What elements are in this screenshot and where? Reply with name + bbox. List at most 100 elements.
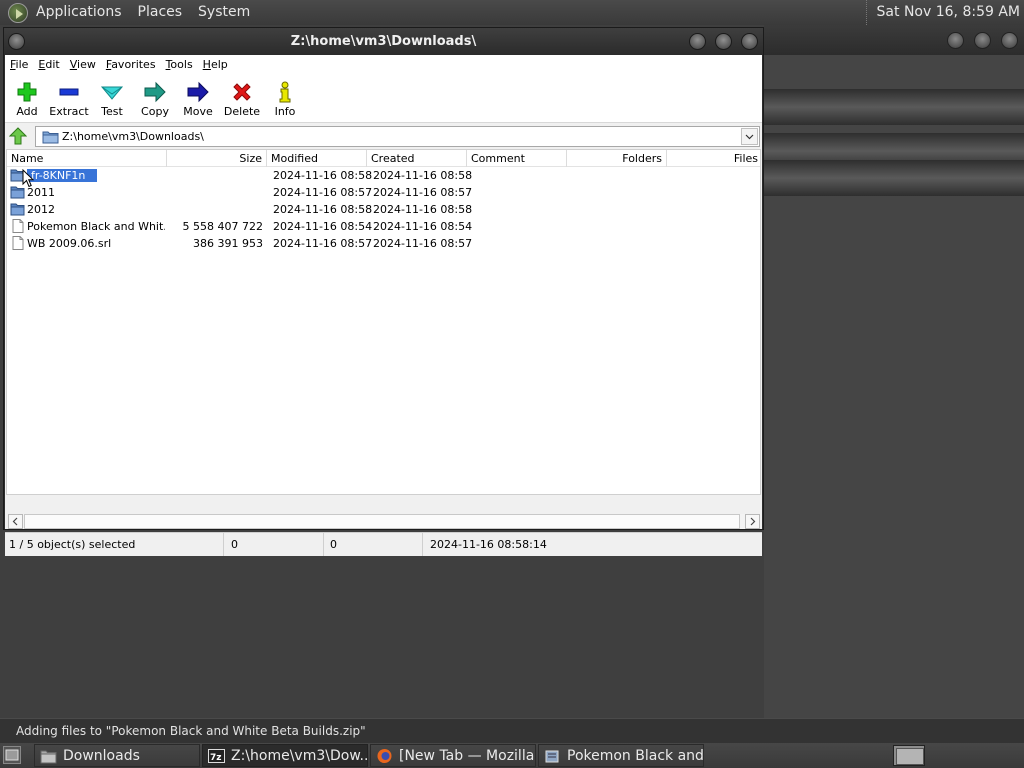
window-menu-button[interactable]	[8, 33, 25, 50]
background-minimize-button[interactable]	[947, 32, 964, 49]
address-combobox[interactable]: Z:\home\vm3\Downloads\	[35, 126, 760, 147]
column-name-header[interactable]: Name	[7, 150, 167, 167]
file-manager-window: Z:\home\vm3\Downloads\ File Edit View Fa…	[3, 27, 764, 556]
background-window	[764, 25, 1024, 718]
window-title: Z:\home\vm3\Downloads\	[290, 34, 477, 49]
folder-icon	[10, 203, 25, 216]
add-button[interactable]: Add	[5, 79, 49, 121]
taskbar-item-downloads[interactable]: Downloads	[34, 744, 200, 767]
notification-strip: Adding files to "Pokemon Black and White…	[0, 718, 1024, 743]
delete-label: Delete	[223, 105, 261, 118]
menu-bar: File Edit View Favorites Tools Help	[5, 55, 762, 75]
minimize-button[interactable]	[689, 33, 706, 50]
menu-tools[interactable]: Tools	[161, 55, 198, 75]
list-row-modified: 2024-11-16 08:58	[273, 169, 373, 182]
column-modified-header[interactable]: Modified	[267, 150, 367, 167]
list-row-modified: 2024-11-16 08:57	[273, 186, 373, 199]
list-row-modified: 2024-11-16 08:54	[273, 220, 373, 233]
chevron-left-icon	[12, 517, 18, 526]
file-list[interactable]: Name Size Modified Created Comment Folde…	[6, 149, 761, 495]
list-row[interactable]: 2011 2024-11-16 08:57 2024-11-16 08:57	[7, 184, 760, 201]
background-close-button[interactable]	[1001, 32, 1018, 49]
taskbar-item-archive-window[interactable]: Pokemon Black and ...	[538, 744, 704, 767]
svg-text:7z: 7z	[210, 753, 222, 763]
background-maximize-button[interactable]	[974, 32, 991, 49]
menu-view[interactable]: View	[65, 55, 101, 75]
taskbar-item-label: [New Tab — Mozilla...	[399, 748, 536, 764]
check-icon	[100, 86, 124, 100]
maximize-button[interactable]	[715, 33, 732, 50]
list-row-size: 5 558 407 722	[182, 220, 263, 233]
list-row-created: 2024-11-16 08:54	[373, 220, 473, 233]
test-button[interactable]: Test	[90, 79, 134, 121]
info-icon	[279, 81, 291, 103]
bottom-taskbar: Downloads 7z Z:\home\vm3\Dow... [New Tab…	[0, 743, 1024, 768]
menu-file[interactable]: File	[5, 55, 33, 75]
move-arrow-icon	[187, 81, 209, 103]
selected-name-text: fr-8KNF1n	[27, 169, 98, 182]
list-row-size	[167, 184, 263, 201]
mouse-cursor-icon	[22, 169, 35, 188]
test-label: Test	[101, 105, 123, 118]
scroll-thumb[interactable]	[24, 514, 740, 529]
column-comment-header[interactable]: Comment	[467, 150, 567, 167]
list-row-created: 2024-11-16 08:57	[373, 237, 473, 250]
main-menu-logo-icon[interactable]	[8, 2, 28, 23]
list-row-size	[167, 167, 263, 184]
up-arrow-icon	[8, 127, 28, 145]
status-datetime: 2024-11-16 08:58:14	[430, 538, 547, 551]
menu-favorites[interactable]: Favorites	[101, 55, 161, 75]
menu-system[interactable]: System	[190, 0, 258, 25]
list-row[interactable]: WB 2009.06.srl 386 391 953 2024-11-16 08…	[7, 235, 760, 252]
up-folder-button[interactable]	[8, 127, 28, 145]
show-desktop-button[interactable]	[3, 746, 21, 764]
copy-button[interactable]: Copy	[133, 79, 177, 121]
move-button[interactable]: Move	[176, 79, 220, 121]
menu-places[interactable]: Places	[130, 0, 191, 25]
list-row[interactable]: 2012 2024-11-16 08:58 2024-11-16 08:58	[7, 201, 760, 218]
window-titlebar[interactable]: Z:\home\vm3\Downloads\	[4, 28, 763, 55]
list-header: Name Size Modified Created Comment Folde…	[7, 150, 760, 167]
menu-applications[interactable]: Applications	[28, 0, 130, 25]
close-button[interactable]	[741, 33, 758, 50]
list-row-name: WB 2009.06.srl	[27, 237, 112, 250]
column-size-header[interactable]: Size	[167, 150, 267, 167]
taskbar-item-label: Z:\home\vm3\Dow...	[231, 748, 368, 764]
column-folders-header[interactable]: Folders	[567, 150, 667, 167]
scroll-right-button[interactable]	[745, 514, 760, 529]
window-client-area: File Edit View Favorites Tools Help Add …	[5, 55, 762, 556]
column-files-header[interactable]: Files	[667, 150, 760, 167]
status-size: 0	[227, 533, 324, 556]
horizontal-scrollbar[interactable]	[8, 514, 760, 529]
list-row[interactable]: Pokemon Black and Whit... 5 558 407 722 …	[7, 218, 760, 235]
extract-button[interactable]: Extract	[47, 79, 91, 121]
move-label: Move	[183, 105, 213, 118]
list-row-created: 2024-11-16 08:58	[373, 169, 473, 182]
top-panel: Applications Places System Sat Nov 16, 8…	[0, 0, 1024, 25]
column-created-header[interactable]: Created	[367, 150, 467, 167]
taskbar-item-firefox[interactable]: [New Tab — Mozilla...	[370, 744, 536, 767]
x-icon	[233, 83, 251, 101]
list-row-modified: 2024-11-16 08:57	[273, 237, 373, 250]
list-row-modified: 2024-11-16 08:58	[273, 203, 373, 216]
background-window-band	[764, 160, 1024, 196]
workspace-switcher[interactable]	[893, 745, 925, 766]
list-row-name: 2012	[27, 203, 55, 216]
minus-icon	[59, 88, 79, 96]
notification-text: Adding files to "Pokemon Black and White…	[16, 724, 366, 738]
menu-help[interactable]: Help	[198, 55, 233, 75]
delete-button[interactable]: Delete	[220, 79, 264, 121]
address-dropdown-button[interactable]	[741, 128, 758, 145]
panel-clock[interactable]: Sat Nov 16, 8:59 AM	[865, 0, 1020, 25]
info-button[interactable]: Info	[263, 79, 307, 121]
scroll-left-button[interactable]	[8, 514, 23, 529]
list-row-name: Pokemon Black and Whit...	[27, 220, 165, 233]
taskbar-item-7zip[interactable]: 7z Z:\home\vm3\Dow...	[202, 744, 368, 767]
list-row-name: fr-8KNF1n	[27, 167, 98, 184]
status-bar: 1 / 5 object(s) selected 0 0 2024-11-16 …	[5, 532, 762, 556]
7zip-icon: 7z	[208, 749, 225, 763]
copy-label: Copy	[141, 105, 169, 118]
add-label: Add	[16, 105, 38, 118]
menu-edit[interactable]: Edit	[33, 55, 64, 75]
list-row[interactable]: fr-8KNF1n 2024-11-16 08:58 2024-11-16 08…	[7, 167, 760, 184]
